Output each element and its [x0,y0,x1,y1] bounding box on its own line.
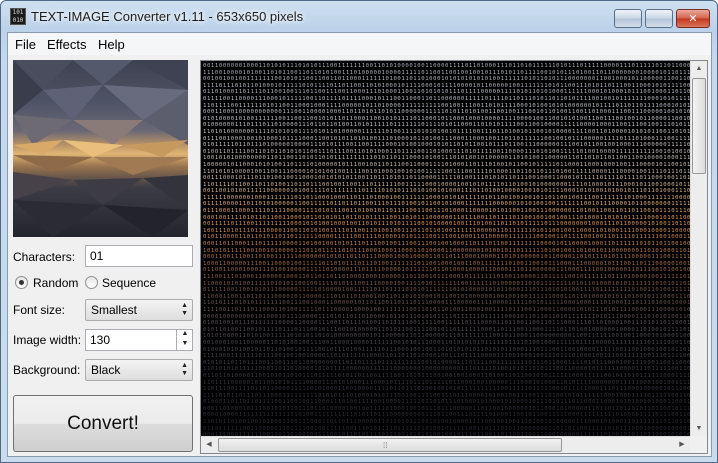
menu-help[interactable]: Help [98,37,125,52]
maximize-button[interactable] [645,9,673,28]
image-width-label: Image width: [13,333,82,347]
sequence-radio[interactable] [85,276,98,289]
low-poly-landscape-image [13,60,188,237]
ascii-output-panel[interactable]: 0011000000100011010101110101011100111111… [200,60,708,454]
background-label: Background: [13,363,81,377]
window-title: TEXT-IMAGE Converter v1.11 - 653x650 pix… [31,9,304,24]
scroll-right-icon[interactable]: ▶ [674,437,690,453]
app-binary-icon: 101 010 [10,8,26,25]
vertical-scroll-thumb[interactable] [692,78,706,174]
background-value: Black [91,363,121,377]
characters-label: Characters: [13,250,76,264]
spin-down-icon[interactable]: ▼ [177,339,193,349]
app-window: 101 010 TEXT-IMAGE Converter v1.11 - 653… [0,0,718,463]
convert-button[interactable]: Convert! [13,395,193,452]
menu-effects[interactable]: Effects [47,37,87,52]
image-width-spin[interactable]: ▲ ▼ [176,329,193,351]
sequence-radio-label[interactable]: Sequence [102,276,156,290]
font-size-label: Font size: [13,303,66,317]
scrollbar-corner [690,436,707,453]
close-icon: ✕ [688,13,698,25]
title-bar[interactable]: 101 010 TEXT-IMAGE Converter v1.11 - 653… [1,1,717,32]
random-radio-label[interactable]: Random [33,276,78,290]
close-button[interactable]: ✕ [676,9,710,28]
menu-file[interactable]: File [15,37,36,52]
spin-up-icon[interactable]: ▲ [177,329,193,339]
minimize-button[interactable] [614,9,642,28]
ascii-art-text: 0011000000100011010101110101011100111111… [203,63,691,437]
scroll-up-icon[interactable]: ▲ [691,61,707,77]
grip-icon: ⁞⁞ [383,441,388,450]
horizontal-scrollbar[interactable]: ◀ ⁞⁞ ▶ [201,436,690,453]
font-size-value: Smallest [91,303,138,317]
updown-arrows-icon: ▲ ▼ [181,362,188,377]
random-radio[interactable] [15,276,28,289]
scroll-down-icon[interactable]: ▼ [691,421,707,437]
client-area: File Effects Help Characters: 01 Random … [7,32,712,457]
image-width-value: 130 [90,333,111,347]
source-image-preview [13,60,188,237]
font-size-select[interactable]: Smallest ▲ ▼ [85,299,193,321]
characters-input[interactable]: 01 [85,245,193,267]
menu-bar: File Effects Help [8,33,711,55]
horizontal-scroll-thumb[interactable]: ⁞⁞ [218,438,562,452]
updown-arrows-icon: ▲ ▼ [181,302,188,317]
background-select[interactable]: Black ▲ ▼ [85,359,193,381]
scroll-left-icon[interactable]: ◀ [201,437,217,453]
vertical-scrollbar[interactable]: ▲ ▼ [690,61,707,437]
